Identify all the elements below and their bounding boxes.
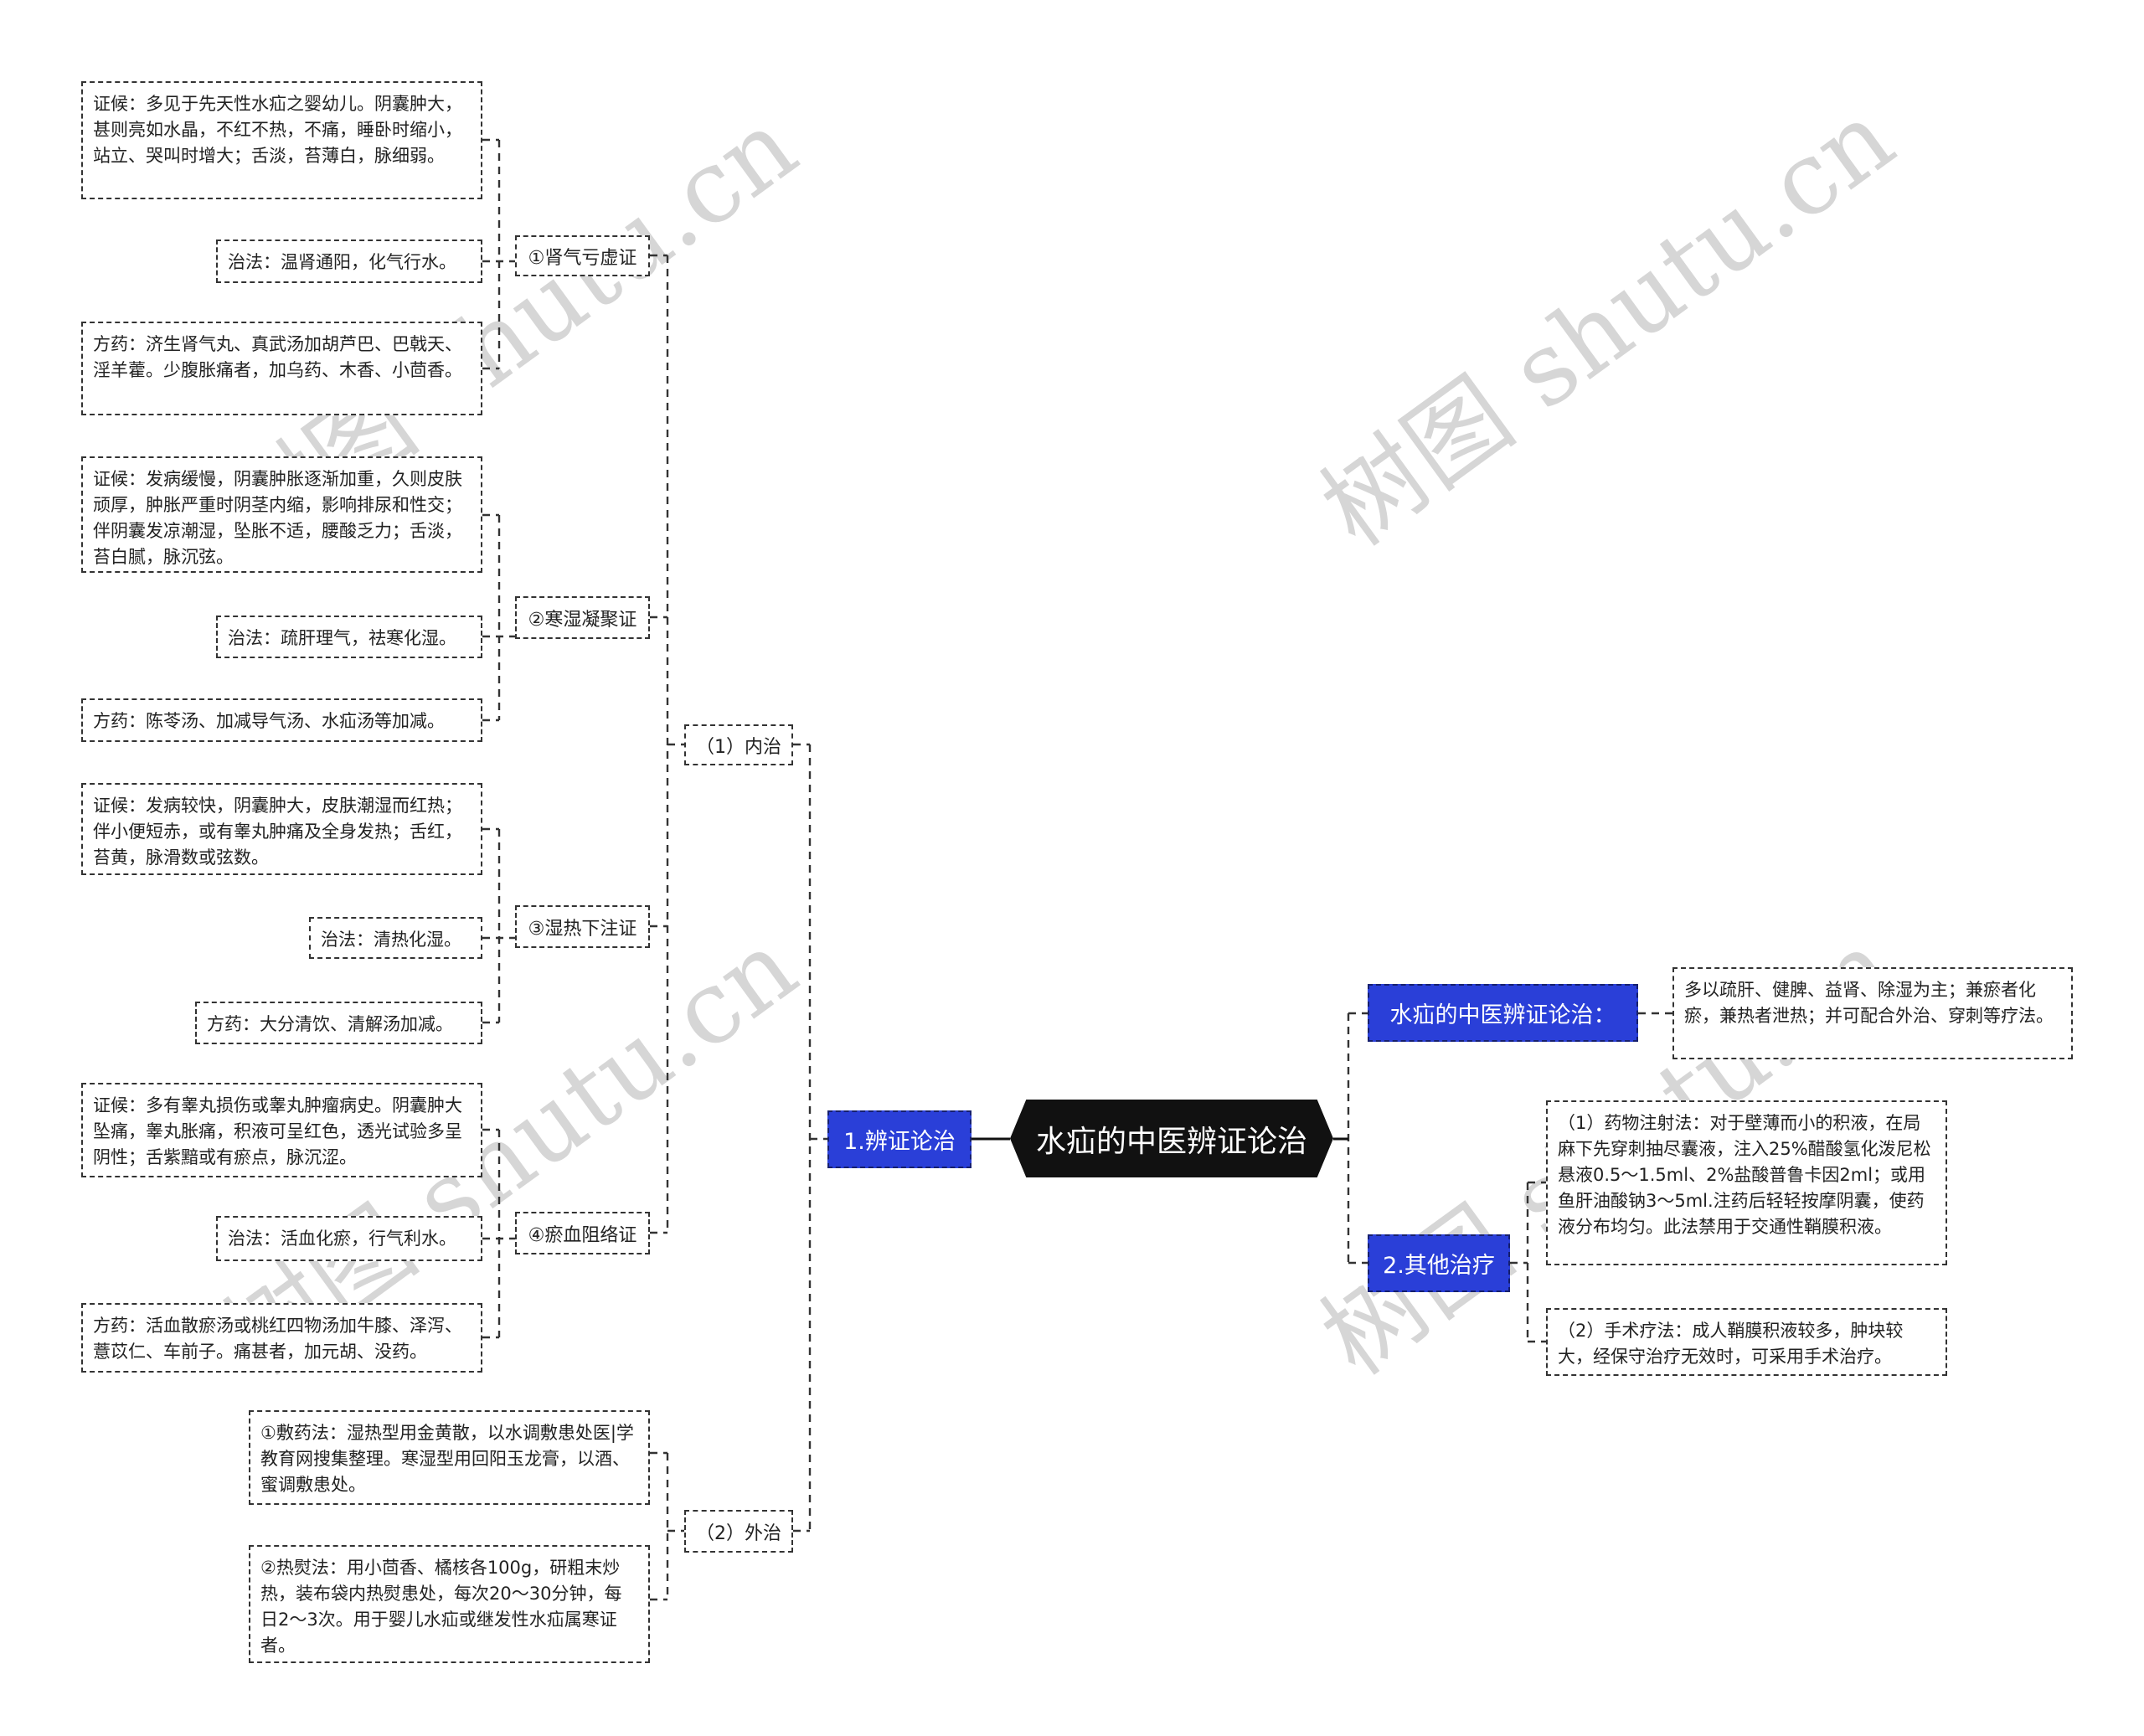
treatment-note[interactable]: 治法：清热化湿。 (309, 917, 482, 959)
syndrome-kidney-qi[interactable]: ①肾气亏虚证 (515, 235, 650, 276)
branch-differentiation-label: 1.辨证论治 (843, 1129, 956, 1155)
symptoms-note[interactable]: 证候：发病缓慢，阴囊肿胀逐渐加重，久则皮肤顽厚，肿胀严重时阴茎内缩，影响排尿和性… (81, 456, 482, 573)
branch-other-treatment-label: 2.其他治疗 (1383, 1253, 1495, 1279)
principle-note[interactable]: 多以疏肝、健脾、益肾、除湿为主；兼瘀者化瘀，兼热者泄热；并可配合外治、穿刺等疗法… (1672, 967, 2073, 1059)
prescription-note[interactable]: 方药：大分清饮、清解汤加减。 (195, 1002, 482, 1044)
external-treatment-label: （2）外治 (696, 1522, 781, 1544)
syndrome-label: ②寒湿凝聚证 (528, 609, 637, 631)
syndrome-cold-damp[interactable]: ②寒湿凝聚证 (515, 596, 650, 639)
external-treatment-node[interactable]: （2）外治 (684, 1510, 793, 1553)
syndrome-damp-heat[interactable]: ③湿热下注证 (515, 905, 650, 948)
mindmap-canvas: 树图 shutu.cn 树图 shutu.cn 树图 shutu.cn 树图 s… (0, 0, 2144, 1736)
branch-principle-label: 水疝的中医辨证论治： (1389, 1002, 1616, 1028)
prescription-note[interactable]: 方药：济生肾气丸、真武汤加胡芦巴、巴戟天、淫羊藿。少腹胀痛者，加乌药、木香、小茴… (81, 322, 482, 415)
injection-note[interactable]: （1）药物注射法：对于壁薄而小的积液，在局麻下先穿刺抽尽囊液，注入25%醋酸氢化… (1546, 1100, 1947, 1265)
syndrome-label: ③湿热下注证 (528, 918, 637, 940)
surgery-note[interactable]: （2）手术疗法：成人鞘膜积液较多，肿块较大，经保守治疗无效时，可采用手术治疗。 (1546, 1308, 1947, 1376)
treatment-note[interactable]: 治法：温肾通阳，化气行水。 (216, 240, 482, 283)
symptoms-note[interactable]: 证候：发病较快，阴囊肿大，皮肤潮湿而红热；伴小便短赤，或有睾丸肿痛及全身发热；舌… (81, 783, 482, 875)
root-node[interactable]: 水疝的中医辨证论治 (1010, 1100, 1333, 1177)
treatment-note[interactable]: 治法：活血化瘀，行气利水。 (216, 1216, 482, 1261)
syndrome-label: ①肾气亏虚证 (528, 247, 637, 269)
symptoms-note[interactable]: 证候：多有睾丸损伤或睾丸肿瘤病史。阴囊肿大坠痛，睾丸胀痛，积液可呈红色，透光试验… (81, 1083, 482, 1177)
prescription-note[interactable]: 方药：陈苓汤、加减导气汤、水疝汤等加减。 (81, 698, 482, 742)
prescription-note[interactable]: 方药：活血散瘀汤或桃红四物汤加牛膝、泽泻、薏苡仁、车前子。痛甚者，加元胡、没药。 (81, 1303, 482, 1373)
syndrome-label: ④瘀血阻络证 (528, 1224, 637, 1246)
external-method-note[interactable]: ②热熨法：用小茴香、橘核各100g，研粗末炒热，装布袋内热熨患处，每次20～30… (249, 1545, 650, 1663)
external-method-note[interactable]: ①敷药法：湿热型用金黄散，以水调敷患处医|学教育网搜集整理。寒湿型用回阳玉龙膏，… (249, 1410, 650, 1505)
symptoms-note[interactable]: 证候：多见于先天性水疝之婴幼儿。阴囊肿大，甚则亮如水晶，不红不热，不痛，睡卧时缩… (81, 81, 482, 199)
syndrome-blood-stasis[interactable]: ④瘀血阻络证 (515, 1212, 650, 1254)
branch-differentiation[interactable]: 1.辨证论治 (827, 1110, 972, 1168)
internal-treatment-node[interactable]: （1）内治 (684, 724, 793, 765)
internal-treatment-label: （1）内治 (696, 736, 781, 758)
root-label: 水疝的中医辨证论治 (1035, 1124, 1307, 1159)
branch-principle[interactable]: 水疝的中医辨证论治： (1368, 984, 1638, 1042)
branch-other-treatment[interactable]: 2.其他治疗 (1368, 1234, 1510, 1292)
treatment-note[interactable]: 治法：疏肝理气，祛寒化湿。 (216, 616, 482, 658)
